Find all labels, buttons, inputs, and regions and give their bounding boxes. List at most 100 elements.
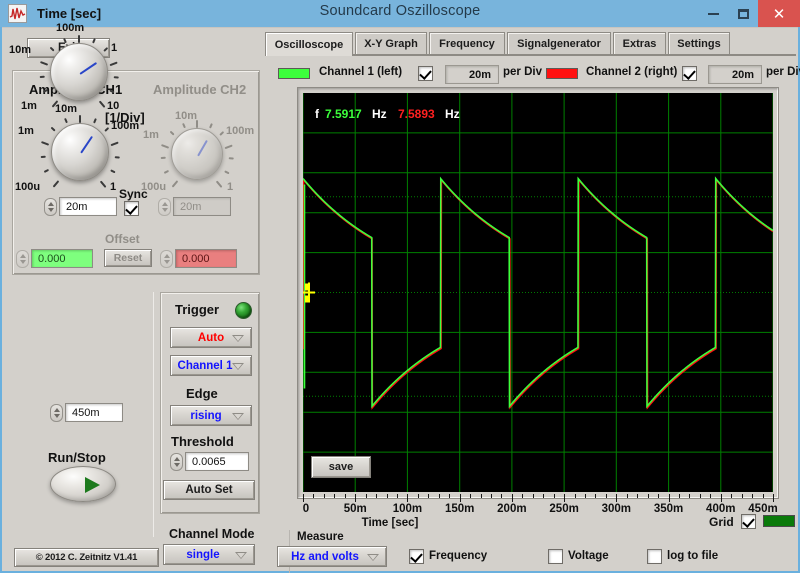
axis-tick-label: 250m — [549, 503, 579, 515]
amplitude-ch2-spin-arrows[interactable] — [158, 197, 171, 216]
trigger-mode-value: Auto — [197, 331, 225, 344]
offset-ch2-spin-arrows[interactable] — [160, 249, 173, 268]
trigger-mode-combo[interactable]: Auto — [170, 327, 252, 348]
threshold-spin-arrows[interactable] — [170, 452, 183, 471]
threshold-value[interactable]: 0.0065 — [185, 452, 249, 471]
channel2-color-swatch — [546, 68, 578, 79]
axis-minor-tick — [397, 494, 398, 498]
channel2-enable-checkbox[interactable] — [682, 66, 697, 81]
tab-settings[interactable]: Settings — [668, 32, 730, 55]
trigger-source-combo[interactable]: Channel 1 — [170, 355, 252, 376]
offset-ch1-spin[interactable]: 0.000 — [16, 249, 93, 268]
channel2-label: Channel 2 (right) — [586, 66, 678, 78]
amplitude-ch1-knob[interactable] — [51, 123, 109, 181]
log-to-file-checkbox[interactable] — [647, 549, 662, 564]
axis-minor-tick — [480, 494, 482, 498]
axis-minor-tick — [491, 494, 492, 498]
tab-signalgenerator[interactable]: Signalgenerator — [507, 32, 611, 55]
axis-major-tick — [564, 494, 566, 502]
channel1-volts-per-div[interactable]: 20m — [445, 65, 499, 84]
amplitude-ch2-scale-1: 1 — [227, 181, 234, 193]
offset-ch2-value[interactable]: 0.000 — [175, 249, 237, 268]
axis-minor-tick — [344, 494, 346, 498]
frequency-unit-ch2: Hz — [445, 107, 460, 121]
knob-tick — [224, 169, 230, 174]
tab-extras[interactable]: Extras — [613, 32, 666, 55]
tab-oscilloscope[interactable]: Oscilloscope — [265, 32, 353, 56]
channel1-label: Channel 1 (left) — [319, 66, 403, 78]
time-knob[interactable] — [50, 43, 108, 101]
channel1-enable-checkbox[interactable] — [418, 66, 433, 81]
time-spin-arrows[interactable] — [50, 403, 63, 422]
scope-grid — [303, 93, 773, 492]
frequency-checkbox[interactable] — [409, 549, 424, 564]
offset-ch2-spin[interactable]: 0.000 — [160, 249, 237, 268]
axis-minor-tick — [543, 494, 545, 498]
save-button[interactable]: save — [311, 456, 371, 478]
amplitude-ch2-knob[interactable] — [171, 128, 223, 180]
sync-checkbox[interactable] — [124, 201, 139, 216]
amplitude-ch1-scale-1m: 1m — [18, 125, 34, 137]
runstop-button[interactable] — [50, 466, 116, 502]
axis-major-tick — [459, 494, 461, 502]
trigger-edge-combo[interactable]: rising — [170, 405, 252, 426]
offset-reset-button[interactable]: Reset — [104, 249, 152, 267]
threshold-spin[interactable]: 0.0065 — [170, 452, 249, 471]
knob-tick — [208, 122, 213, 128]
channel-mode-combo[interactable]: single — [163, 544, 255, 565]
frequency-readout-ch1: 7.5917 — [325, 107, 362, 121]
offset-ch1-value[interactable]: 0.000 — [31, 249, 93, 268]
copyright-button[interactable]: © 2012 C. Zeitnitz V1.41 — [14, 548, 159, 567]
axis-tick-label: 350m — [653, 503, 684, 515]
knob-tick — [44, 169, 50, 173]
amplitude-ch2-spin[interactable]: 20m — [158, 197, 231, 216]
frequency-readout-ch2: 7.5893 — [398, 107, 435, 121]
voltage-checkbox[interactable] — [548, 549, 563, 564]
amplitude-ch2-scale-100m: 100m — [226, 125, 255, 137]
amplitude-ch2-scale-10m: 10m — [175, 110, 198, 122]
knob-tick — [114, 155, 120, 158]
axis-minor-tick — [386, 494, 388, 498]
axis-minor-tick — [501, 494, 503, 498]
amplitude-ch2-scale-1m: 1m — [143, 129, 159, 141]
axis-minor-tick — [428, 494, 430, 498]
amplitude-ch1-spin[interactable]: 20m — [44, 197, 117, 216]
chevron-down-icon — [232, 363, 244, 370]
offset-ch1-spin-arrows[interactable] — [16, 249, 29, 268]
knob-tick — [110, 169, 116, 173]
axis-minor-tick — [334, 494, 336, 498]
channel2-volts-per-div[interactable]: 20m — [708, 65, 762, 84]
grid-checkbox[interactable] — [741, 514, 756, 529]
measure-mode-value: Hz and volts — [291, 550, 359, 563]
time-scale-10: 10 — [107, 100, 120, 112]
close-button[interactable]: ✕ — [758, 0, 800, 27]
time-value[interactable]: 450m — [65, 403, 123, 422]
time-scale-10m: 10m — [9, 44, 32, 56]
time-spin[interactable]: 450m — [50, 403, 123, 422]
chevron-down-icon — [235, 552, 247, 559]
tab-xy-graph[interactable]: X-Y Graph — [355, 32, 427, 55]
amplitude-ch1-spin-arrows[interactable] — [44, 197, 57, 216]
tab-frequency[interactable]: Frequency — [429, 32, 505, 55]
grid-color-swatch[interactable] — [763, 515, 795, 527]
window-title: Soundcard Oszilloscope — [319, 3, 481, 19]
axis-minor-tick — [532, 494, 534, 498]
amplitude-ch1-value[interactable]: 20m — [59, 197, 117, 216]
edge-label: Edge — [186, 386, 218, 401]
auto-set-button[interactable]: Auto Set — [163, 480, 255, 500]
axis-minor-tick — [626, 494, 628, 498]
maximize-button[interactable] — [728, 0, 758, 27]
measure-mode-combo[interactable]: Hz and volts — [277, 546, 387, 567]
time-title: Time [sec] — [37, 6, 102, 21]
amplitude-ch2-value[interactable]: 20m — [173, 197, 231, 216]
knob-tick — [219, 130, 225, 136]
minimize-button[interactable] — [698, 0, 728, 27]
scope-canvas — [303, 93, 773, 492]
knob-tick — [113, 75, 119, 78]
knob-tick — [63, 117, 68, 124]
amplitude-ch1-scale-100u: 100u — [15, 181, 41, 193]
channel-mode-value: single — [186, 548, 220, 561]
knob-tick — [169, 130, 175, 136]
trigger-source-value: Channel 1 — [177, 359, 233, 372]
scope-plot[interactable] — [303, 93, 773, 492]
